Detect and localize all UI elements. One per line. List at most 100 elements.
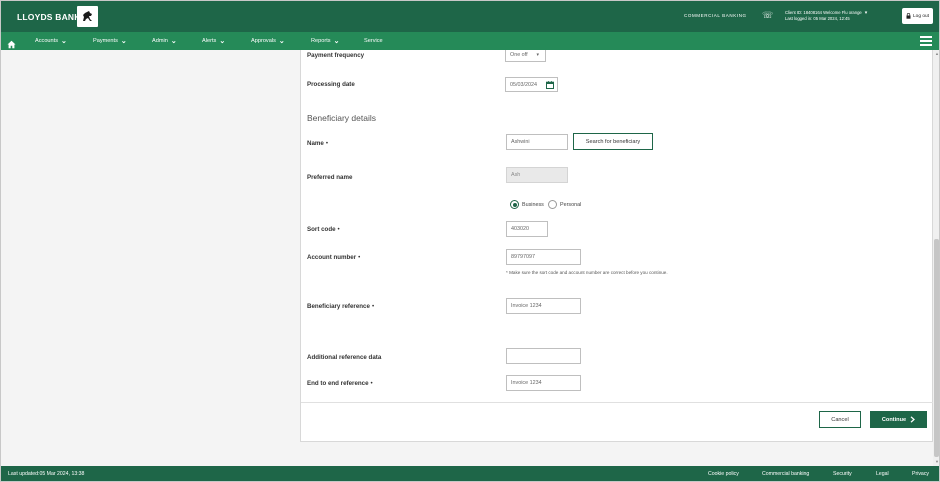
logout-button[interactable]: Log out [902,8,933,24]
footer-link-commercial-banking[interactable]: Commercial banking [762,471,809,477]
chevron-down-icon[interactable]: ▾ [865,10,868,16]
sort-code-input[interactable]: 403020 [506,221,548,237]
required-mark: • [358,254,361,261]
chevron-down-icon: ⌄ [120,37,127,45]
calendar-icon[interactable] [546,81,554,89]
nav-service[interactable]: Service [364,38,383,44]
sort-code-value: 403020 [511,226,529,232]
nav-payments[interactable]: Payments ⌄ [93,37,127,45]
name-label-text: Name [307,140,324,147]
chevron-down-icon: ▾ [536,52,539,58]
client-line: Client ID: 18408164 Welcome Flu orange [785,10,862,15]
account-number-label: Account number • [307,254,360,261]
radio-business-label: Business [522,201,544,208]
main-content: Payment frequency One off ▾ Processing d… [1,50,939,466]
logout-label: Log out [912,13,929,19]
nav-alerts[interactable]: Alerts ⌄ [202,37,226,45]
payment-frequency-select[interactable]: One off ▾ [505,50,546,62]
preferred-name-label: Preferred name [307,174,353,181]
payment-form-panel: Payment frequency One off ▾ Processing d… [300,50,934,442]
payment-frequency-label: Payment frequency [307,52,365,59]
main-nav: Accounts ⌄ Payments ⌄ Admin ⌄ Alerts ⌄ Appro… [1,32,939,50]
chevron-down-icon: ⌄ [278,37,285,45]
nav-label: Alerts [202,38,217,44]
account-number-label-text: Account number [307,254,357,261]
beneficiary-reference-value: Invoice 1234 [511,303,542,309]
payment-frequency-value: One off [510,52,528,58]
required-mark: • [325,140,329,147]
additional-reference-input[interactable] [506,348,581,364]
nav-accounts[interactable]: Accounts ⌄ [35,37,67,45]
beneficiary-reference-label-text: Beneficiary reference [307,303,370,310]
last-updated: Last updated:05 Mar 2024, 13:38 [8,471,85,477]
client-info: Client ID: 18408164 Welcome Flu orange ▾ … [785,10,867,22]
radio-button[interactable] [548,200,557,209]
section-title: Beneficiary details [307,113,376,123]
required-mark: • [337,226,340,233]
brand-name: LLOYDS BANK [17,12,81,22]
phone-icon[interactable]: ☏ [762,10,773,21]
page-footer: Last updated:05 Mar 2024, 13:38 Cookie p… [1,466,939,481]
nav-reports[interactable]: Reports ⌄ [311,37,340,45]
divider [301,402,934,403]
name-input[interactable]: Ashwini [506,134,568,150]
chevron-right-icon [910,416,916,423]
end-to-end-reference-label-text: End to end reference [307,380,369,387]
name-value: Ashwini [511,139,530,145]
radio-personal-label: Personal [560,201,582,208]
menu-icon[interactable] [920,36,932,46]
radio-button[interactable] [510,200,519,209]
nav-admin[interactable]: Admin ⌄ [152,37,177,45]
preferred-name-value: Ash [511,172,521,178]
processing-date-value: 05/03/2024 [510,81,537,88]
name-label: Name • [307,140,328,147]
beneficiary-reference-input[interactable]: Invoice 1234 [506,298,581,314]
scroll-up-arrow[interactable]: ▲ [934,51,939,57]
search-beneficiary-label: Search for beneficiary [585,138,641,145]
last-logged-in: Last logged in: 05 Mar 2024, 12:45 [785,16,850,21]
search-beneficiary-button[interactable]: Search for beneficiary [573,133,653,150]
footer-link-legal[interactable]: Legal [876,471,889,477]
chevron-down-icon: ⌄ [333,37,340,45]
segment-label: COMMERCIAL BANKING [684,13,747,18]
lock-icon [906,13,911,19]
sort-code-label-text: Sort code [307,226,336,233]
processing-date-label: Processing date [307,81,355,88]
chevron-down-icon: ⌄ [61,37,67,45]
end-to-end-reference-label: End to end reference • [307,380,373,387]
end-to-end-reference-value: Invoice 1234 [511,380,542,386]
additional-reference-label: Additional reference data [307,354,382,361]
required-mark: • [370,380,373,387]
cancel-label: Cancel [831,416,849,423]
footer-link-cookie-policy[interactable]: Cookie policy [708,471,739,477]
top-header: LLOYDS BANK COMMERCIAL BANKING ☏ Client … [1,1,939,32]
footer-link-security[interactable]: Security [833,471,852,477]
radio-business[interactable]: Business [510,200,544,209]
chevron-down-icon: ⌄ [170,37,177,45]
required-mark: • [371,303,375,310]
beneficiary-reference-label: Beneficiary reference • [307,303,374,310]
end-to-end-reference-input[interactable]: Invoice 1234 [506,375,581,391]
continue-button[interactable]: Continue [870,411,927,428]
radio-personal[interactable]: Personal [548,200,581,209]
account-number-value: 89797097 [511,254,535,260]
footer-link-privacy[interactable]: Privacy [912,471,929,477]
nav-label: Approvals [251,38,276,44]
nav-approvals[interactable]: Approvals ⌄ [251,37,285,45]
scrollbar-thumb[interactable] [934,239,939,457]
app-window: LLOYDS BANK COMMERCIAL BANKING ☏ Client … [0,0,940,482]
sort-code-label: Sort code • [307,226,340,233]
processing-date-input[interactable]: 05/03/2024 [505,77,558,92]
horse-logo-icon [77,6,98,27]
account-number-input[interactable]: 89797097 [506,249,581,265]
nav-label: Reports [311,38,331,44]
nav-label: Payments [93,38,118,44]
scroll-down-arrow[interactable]: ▼ [934,459,939,465]
preferred-name-input: Ash [506,167,568,183]
nav-label: Service [364,38,383,44]
continue-label: Continue [881,416,907,423]
cancel-button[interactable]: Cancel [819,411,861,428]
chevron-down-icon: ⌄ [219,37,226,45]
account-hint: * Make sure the sort code and account nu… [506,270,668,275]
nav-label: Admin [152,38,168,44]
